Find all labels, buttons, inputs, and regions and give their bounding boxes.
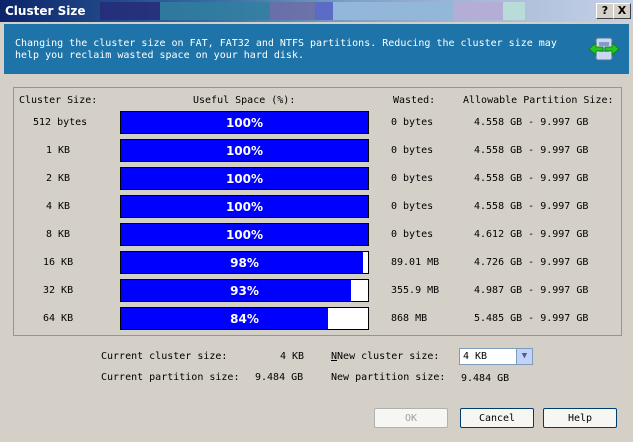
title-decoration bbox=[453, 2, 503, 20]
col-header-allowable: Allowable Partition Size: bbox=[463, 95, 614, 106]
cancel-button-label: Cancel bbox=[478, 413, 516, 424]
title-decoration bbox=[160, 2, 270, 20]
current-partition-size-label: Current partition size: bbox=[101, 372, 240, 383]
current-cluster-size-value: 4 KB bbox=[280, 351, 305, 362]
wasted-cell: 0 bytes bbox=[391, 201, 434, 212]
useful-space-bar: 84% bbox=[120, 307, 369, 330]
wasted-cell: 0 bytes bbox=[391, 145, 434, 156]
title-decoration bbox=[503, 2, 525, 20]
help-button-label: Help bbox=[567, 413, 593, 424]
allowable-cell: 4.726 GB - 9.997 GB bbox=[474, 257, 589, 268]
new-cluster-size-select[interactable]: 4 KB ▼ bbox=[459, 348, 533, 365]
useful-space-label: 100% bbox=[225, 144, 264, 158]
help-title-button[interactable]: ? bbox=[596, 3, 614, 19]
cluster-size-cell: 64 KB bbox=[43, 313, 74, 324]
cancel-button[interactable]: Cancel bbox=[460, 408, 534, 428]
col-header-wasted: Wasted: bbox=[393, 95, 436, 106]
col-header-useful-space: Useful Space (%): bbox=[193, 95, 296, 106]
table-row[interactable]: 2 KB 100% 0 bytes 4.558 GB - 9.997 GB bbox=[0, 167, 633, 191]
cluster-size-cell: 512 bytes bbox=[33, 117, 88, 128]
cluster-size-cell: 32 KB bbox=[43, 285, 74, 296]
useful-space-label: 100% bbox=[225, 228, 264, 242]
partition-resize-icon bbox=[588, 37, 620, 61]
wasted-cell: 89.01 MB bbox=[391, 257, 440, 268]
table-row[interactable]: 8 KB 100% 0 bytes 4.612 GB - 9.997 GB bbox=[0, 223, 633, 247]
wasted-cell: 0 bytes bbox=[391, 229, 434, 240]
useful-space-bar: 100% bbox=[120, 223, 369, 246]
help-button[interactable]: Help bbox=[543, 408, 617, 428]
allowable-cell: 4.558 GB - 9.997 GB bbox=[474, 145, 589, 156]
cluster-size-cell: 1 KB bbox=[46, 145, 71, 156]
useful-space-label: 100% bbox=[225, 200, 264, 214]
ok-button[interactable]: OK bbox=[374, 408, 448, 428]
wasted-cell: 868 MB bbox=[391, 313, 428, 324]
useful-space-bar: 100% bbox=[120, 111, 369, 134]
allowable-cell: 4.612 GB - 9.997 GB bbox=[474, 229, 589, 240]
useful-space-bar: 100% bbox=[120, 167, 369, 190]
wasted-cell: 0 bytes bbox=[391, 117, 434, 128]
cluster-size-cell: 16 KB bbox=[43, 257, 74, 268]
col-header-cluster-size: Cluster Size: bbox=[19, 95, 98, 106]
cluster-size-cell: 8 KB bbox=[46, 229, 71, 240]
title-bar: Cluster Size ? X bbox=[0, 0, 633, 22]
useful-space-label: 100% bbox=[225, 116, 264, 130]
table-row[interactable]: 512 bytes 100% 0 bytes 4.558 GB - 9.997 … bbox=[0, 111, 633, 135]
useful-space-bar: 100% bbox=[120, 195, 369, 218]
current-partition-size-value: 9.484 GB bbox=[255, 372, 304, 383]
new-cluster-size-label-text: New cluster size: bbox=[337, 351, 440, 362]
useful-space-label: 84% bbox=[230, 312, 259, 326]
new-partition-size-label: New partition size: bbox=[331, 372, 446, 383]
new-partition-size-value: 9.484 GB bbox=[461, 373, 510, 384]
useful-space-bar: 98% bbox=[120, 251, 369, 274]
chevron-down-icon[interactable]: ▼ bbox=[516, 349, 532, 364]
header-description: Changing the cluster size on FAT, FAT32 … bbox=[15, 38, 557, 61]
useful-space-label: 100% bbox=[225, 172, 264, 186]
table-row[interactable]: 1 KB 100% 0 bytes 4.558 GB - 9.997 GB bbox=[0, 139, 633, 163]
new-cluster-size-value: 4 KB bbox=[463, 351, 488, 362]
table-row[interactable]: 64 KB 84% 868 MB 5.485 GB - 9.997 GB bbox=[0, 307, 633, 331]
wasted-cell: 355.9 MB bbox=[391, 285, 440, 296]
wasted-cell: 0 bytes bbox=[391, 173, 434, 184]
allowable-cell: 4.558 GB - 9.997 GB bbox=[474, 201, 589, 212]
ok-button-label: OK bbox=[404, 413, 418, 424]
new-cluster-size-label: NNew cluster size: bbox=[331, 351, 440, 362]
close-button[interactable]: X bbox=[613, 3, 631, 19]
allowable-cell: 5.485 GB - 9.997 GB bbox=[474, 313, 589, 324]
allowable-cell: 4.987 GB - 9.997 GB bbox=[474, 285, 589, 296]
title-decoration bbox=[100, 2, 160, 20]
table-row[interactable]: 4 KB 100% 0 bytes 4.558 GB - 9.997 GB bbox=[0, 195, 633, 219]
title-decoration bbox=[315, 2, 333, 20]
current-cluster-size-label: Current cluster size: bbox=[101, 351, 228, 362]
cluster-size-cell: 4 KB bbox=[46, 201, 71, 212]
title-decoration bbox=[333, 2, 453, 20]
useful-space-bar: 93% bbox=[120, 279, 369, 302]
table-row[interactable]: 32 KB 93% 355.9 MB 4.987 GB - 9.997 GB bbox=[0, 279, 633, 303]
header-banner: Changing the cluster size on FAT, FAT32 … bbox=[4, 24, 629, 74]
allowable-cell: 4.558 GB - 9.997 GB bbox=[474, 117, 589, 128]
useful-space-label: 98% bbox=[230, 256, 259, 270]
useful-space-bar: 100% bbox=[120, 139, 369, 162]
allowable-cell: 4.558 GB - 9.997 GB bbox=[474, 173, 589, 184]
table-row[interactable]: 16 KB 98% 89.01 MB 4.726 GB - 9.997 GB bbox=[0, 251, 633, 275]
useful-space-label: 93% bbox=[230, 284, 259, 298]
cluster-size-cell: 2 KB bbox=[46, 173, 71, 184]
title-decoration bbox=[270, 2, 315, 20]
window-title: Cluster Size bbox=[5, 4, 86, 18]
